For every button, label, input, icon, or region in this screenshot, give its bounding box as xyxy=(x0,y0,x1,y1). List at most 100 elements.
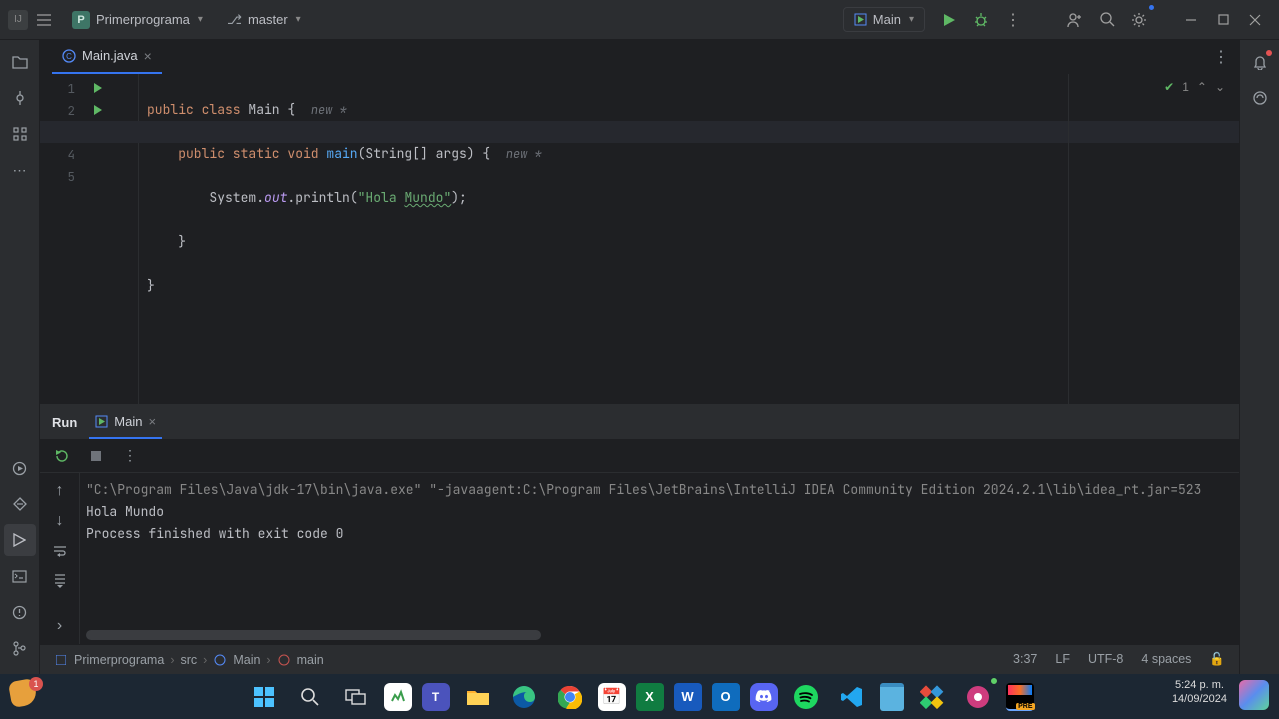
run-config-selector[interactable]: Main ▾ xyxy=(843,7,925,32)
left-tool-rail: ⋯ xyxy=(0,40,40,674)
module-icon xyxy=(54,653,68,667)
right-tool-rail xyxy=(1239,40,1279,674)
spotify-icon[interactable] xyxy=(788,679,824,715)
caret-position[interactable]: 3:37 xyxy=(1013,652,1037,667)
excel-icon[interactable]: X xyxy=(636,683,664,711)
inspection-widget[interactable]: ✔ 1 ⌃ ⌄ xyxy=(1164,80,1225,94)
ai-assistant-icon[interactable] xyxy=(1244,82,1276,114)
editor-tab-menu[interactable]: ⋮ xyxy=(1213,47,1239,67)
run-line-icon[interactable] xyxy=(85,99,111,121)
readonly-icon[interactable]: 🔓 xyxy=(1209,652,1225,667)
status-bar: Primerprograma › src › Main › main 3:37 … xyxy=(40,644,1239,674)
tab-filename: Main.java xyxy=(82,48,138,63)
run-sidebar: ↑ ↓ › xyxy=(40,473,80,644)
explorer-icon[interactable] xyxy=(460,679,496,715)
line-separator[interactable]: LF xyxy=(1055,652,1070,667)
chrome-icon[interactable] xyxy=(552,679,588,715)
notifications-icon[interactable] xyxy=(1244,46,1276,78)
content-area: C Main.java × ⋮ 1 2 3 4 5 💡 xyxy=(40,40,1239,674)
edge-icon[interactable] xyxy=(506,679,542,715)
intellij-icon[interactable]: PRE xyxy=(1006,683,1034,711)
app-icon[interactable]: 📅 xyxy=(598,683,626,711)
more-tools-icon[interactable]: ⋯ xyxy=(4,154,36,186)
more-icon[interactable]: ⋮ xyxy=(118,444,142,468)
run-config-name: Main xyxy=(873,12,901,27)
file-encoding[interactable]: UTF-8 xyxy=(1088,652,1123,667)
chevron-down-icon: ▾ xyxy=(296,14,301,25)
close-icon[interactable]: × xyxy=(148,414,156,429)
start-icon[interactable] xyxy=(246,679,282,715)
taskbar-clock[interactable]: 5:24 p. m. 14/09/2024 xyxy=(1172,678,1227,706)
problems-tool-icon[interactable] xyxy=(4,596,36,628)
app-icon: IJ xyxy=(8,10,28,30)
check-icon: ✔ xyxy=(1164,80,1174,94)
chevron-down-icon[interactable]: ⌄ xyxy=(1215,80,1225,94)
search-icon[interactable] xyxy=(1091,4,1123,36)
search-taskbar-icon[interactable] xyxy=(292,679,328,715)
soft-wrap-icon[interactable] xyxy=(48,539,72,563)
titlebar: IJ P Primerprograma ▾ ⎇ master ▾ Main ▾ … xyxy=(0,0,1279,40)
expand-icon[interactable]: › xyxy=(48,614,72,638)
commit-tool-icon[interactable] xyxy=(4,82,36,114)
run-tool-window: Run Main × ⋮ ↑ ↓ › xyxy=(40,404,1239,644)
widgets-icon[interactable]: 1 xyxy=(10,680,40,710)
code-editor[interactable]: 1 2 3 4 5 💡 public class Main { new * pu… xyxy=(40,74,1239,404)
vcs-tool-icon[interactable] xyxy=(4,632,36,664)
task-view-icon[interactable] xyxy=(338,679,374,715)
project-tool-icon[interactable] xyxy=(4,46,36,78)
run-line-icon[interactable] xyxy=(85,77,111,99)
chevron-down-icon: ▾ xyxy=(198,14,203,25)
horizontal-scrollbar[interactable] xyxy=(86,630,541,640)
terminal-tool-icon[interactable] xyxy=(4,560,36,592)
up-icon[interactable]: ↑ xyxy=(48,479,72,503)
breadcrumb[interactable]: Primerprograma › src › Main › main xyxy=(54,653,324,667)
svg-text:C: C xyxy=(66,52,72,61)
notepad-icon[interactable] xyxy=(880,683,904,711)
console-output[interactable]: "C:\Program Files\Java\jdk-17\bin\java.e… xyxy=(80,473,1239,644)
close-icon[interactable]: × xyxy=(144,48,152,64)
copilot-icon[interactable] xyxy=(1239,680,1269,710)
app-icon[interactable] xyxy=(384,683,412,711)
app-icon[interactable] xyxy=(914,679,950,715)
structure-tool-icon[interactable] xyxy=(4,118,36,150)
code-text[interactable]: public class Main { new * public static … xyxy=(139,74,1239,404)
run-button[interactable] xyxy=(933,4,965,36)
add-user-icon[interactable] xyxy=(1059,4,1091,36)
run-tab-main[interactable]: Main × xyxy=(89,405,162,439)
maximize-button[interactable] xyxy=(1207,4,1239,36)
java-class-icon: C xyxy=(62,49,76,63)
close-button[interactable] xyxy=(1239,4,1271,36)
stop-button[interactable] xyxy=(84,444,108,468)
vscode-icon[interactable] xyxy=(834,679,870,715)
class-icon xyxy=(213,653,227,667)
project-selector[interactable]: P Primerprograma ▾ xyxy=(64,7,211,33)
indent-setting[interactable]: 4 spaces xyxy=(1141,652,1191,667)
branch-name: master xyxy=(248,12,288,27)
teams-icon[interactable]: T xyxy=(422,683,450,711)
chevron-up-icon[interactable]: ⌃ xyxy=(1197,80,1207,94)
run-config-icon xyxy=(854,13,867,26)
editor-tab-main[interactable]: C Main.java × xyxy=(52,40,162,74)
editor-tabs: C Main.java × ⋮ xyxy=(40,40,1239,74)
word-icon[interactable]: W xyxy=(674,683,702,711)
discord-icon[interactable] xyxy=(750,683,778,711)
debug-button[interactable] xyxy=(965,4,997,36)
branch-selector[interactable]: ⎇ master ▾ xyxy=(219,8,309,32)
run-config-icon xyxy=(95,415,108,428)
windows-taskbar: 1 T 📅 X W O PRE 5:24 p. m. 14/09/2024 xyxy=(0,674,1279,719)
rerun-button[interactable] xyxy=(50,444,74,468)
chrome-canary-icon[interactable] xyxy=(960,679,996,715)
branch-icon: ⎇ xyxy=(227,12,242,28)
build-tool-icon[interactable] xyxy=(4,488,36,520)
outlook-icon[interactable]: O xyxy=(712,683,740,711)
services-tool-icon[interactable] xyxy=(4,452,36,484)
down-icon[interactable]: ↓ xyxy=(48,509,72,533)
scroll-to-end-icon[interactable] xyxy=(48,569,72,593)
minimize-button[interactable] xyxy=(1175,4,1207,36)
project-letter: P xyxy=(72,11,90,29)
settings-icon[interactable] xyxy=(1123,4,1155,36)
hamburger-icon[interactable] xyxy=(28,4,60,36)
method-icon xyxy=(277,653,291,667)
run-tool-icon[interactable] xyxy=(4,524,36,556)
more-icon[interactable]: ⋮ xyxy=(997,4,1029,36)
